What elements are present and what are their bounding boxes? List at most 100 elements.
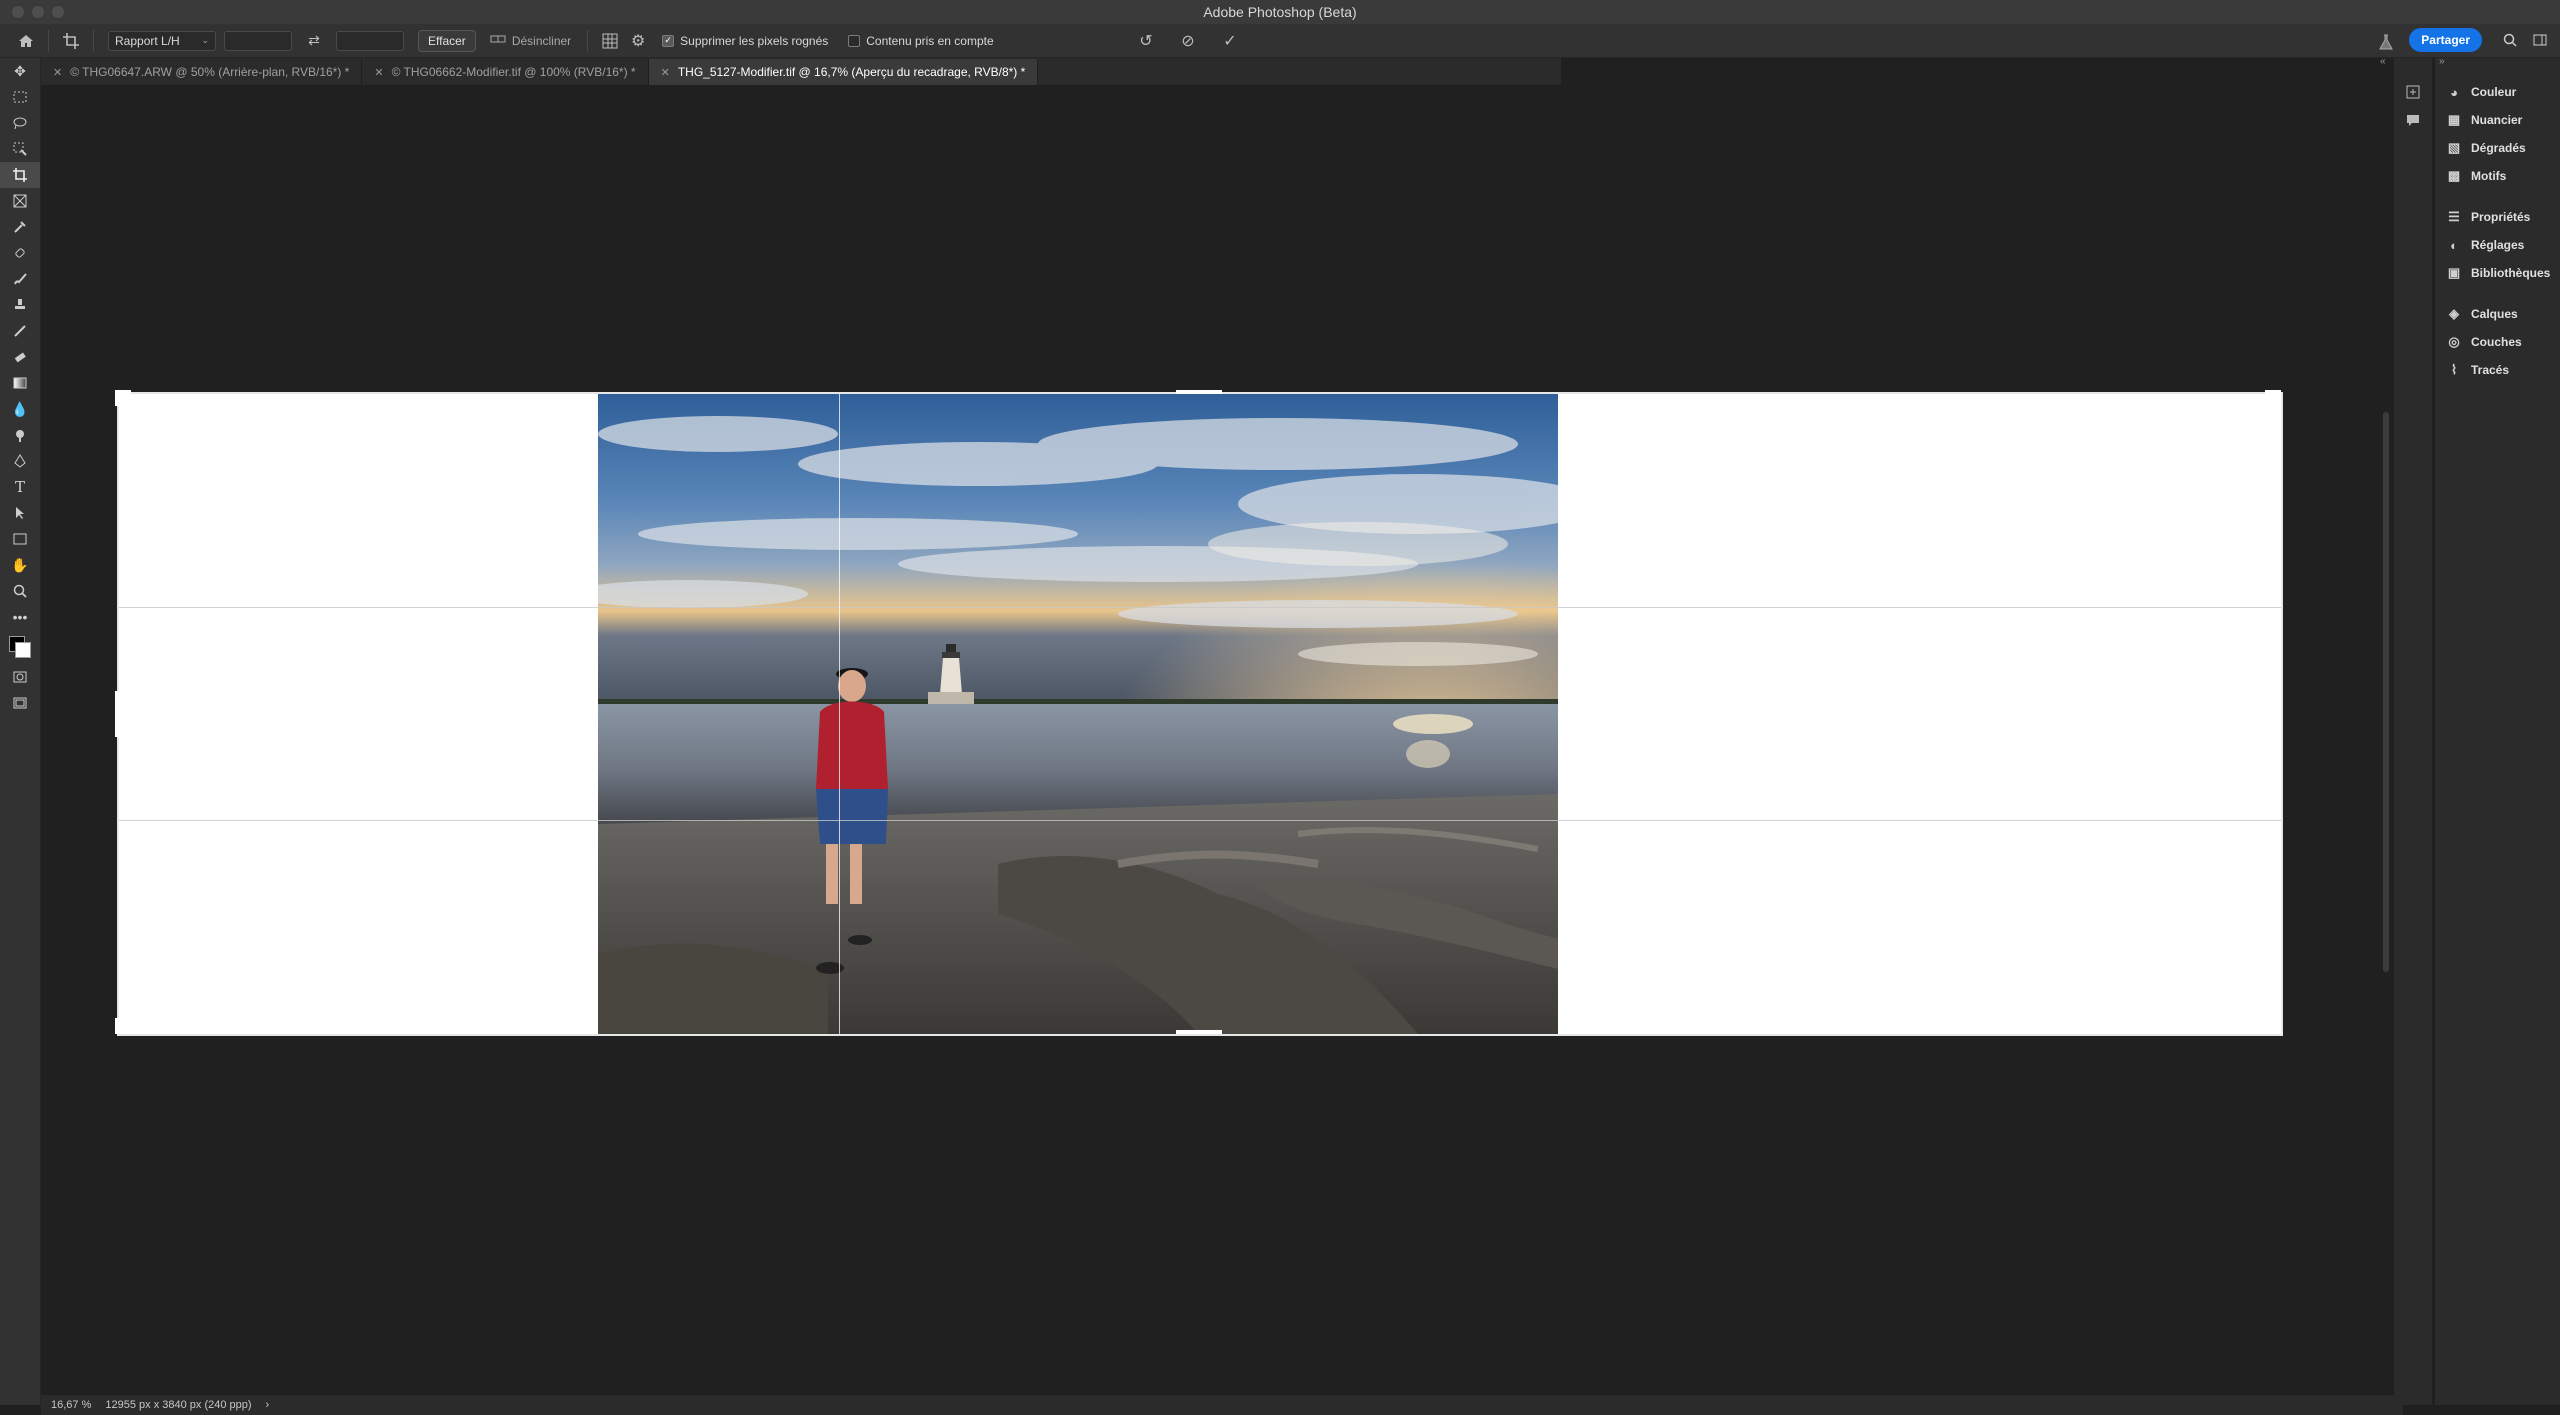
dodge-tool-icon[interactable] (0, 422, 40, 448)
panel-proprietes[interactable]: ☰ Propriétés (2435, 203, 2560, 231)
object-selection-tool-icon[interactable] (0, 136, 40, 162)
delete-cropped-pixels-checkbox[interactable]: ✓ Supprimer les pixels rognés (662, 34, 828, 48)
color-swatches[interactable] (0, 630, 40, 664)
beta-flask-icon[interactable] (2372, 28, 2400, 56)
panel-label: Motifs (2471, 169, 2507, 183)
move-tool-icon[interactable]: ✥ (0, 58, 40, 84)
crop-handle-top[interactable] (1176, 390, 1222, 394)
frame-tool-icon[interactable] (0, 188, 40, 214)
comments-icon[interactable] (2405, 112, 2421, 131)
panel-motifs[interactable]: ▩ Motifs (2435, 162, 2560, 190)
type-tool-icon[interactable]: T (0, 474, 40, 500)
panel-nuancier[interactable]: ▦ Nuancier (2435, 106, 2560, 134)
panel-label: Dégradés (2471, 141, 2526, 155)
lasso-tool-icon[interactable] (0, 110, 40, 136)
paths-icon: ⌇ (2450, 362, 2458, 377)
panel-traces[interactable]: ⌇ Tracés (2435, 356, 2560, 384)
close-window-button[interactable] (12, 6, 24, 18)
panel-degrades[interactable]: ▧ Dégradés (2435, 134, 2560, 162)
panel-label: Couches (2471, 335, 2522, 349)
panel-bibliotheques[interactable]: ▣ Bibliothèques (2435, 259, 2560, 287)
crop-area[interactable] (115, 390, 2283, 1036)
workspace-icon[interactable] (2530, 28, 2550, 52)
healing-brush-tool-icon[interactable] (0, 240, 40, 266)
background-color-swatch[interactable] (15, 642, 31, 658)
crop-handle-top-left-v[interactable] (115, 390, 119, 406)
content-aware-label: Contenu pris en compte (866, 33, 994, 48)
status-menu-arrow-icon[interactable]: › (266, 1399, 270, 1411)
panel-reglages[interactable]: ◐ Réglages (2435, 231, 2560, 259)
more-tools-icon[interactable]: ••• (0, 604, 40, 630)
history-brush-tool-icon[interactable] (0, 318, 40, 344)
tab-document-1[interactable]: ✕ © THG06647.ARW @ 50% (Arrière-plan, RV… (41, 59, 363, 85)
collapse-arrows-icon[interactable]: « (2380, 56, 2386, 67)
zoom-window-button[interactable] (52, 6, 64, 18)
screen-mode-icon[interactable] (0, 690, 40, 716)
straighten-button[interactable]: Désincliner (490, 33, 571, 48)
blur-tool-icon[interactable]: 💧 (0, 396, 40, 422)
checkbox-checked[interactable]: ✓ (662, 34, 675, 47)
gradient-tool-icon[interactable] (0, 370, 40, 396)
crop-handle-bottom[interactable] (1176, 1030, 1222, 1034)
cancel-icon[interactable]: ⊘ (1174, 27, 1202, 55)
zoom-tool-icon[interactable] (0, 578, 40, 604)
rectangle-tool-icon[interactable] (0, 526, 40, 552)
crop-handle-left[interactable] (115, 691, 119, 737)
tab-document-2[interactable]: ✕ © THG06662-Modifier.tif @ 100% (RVB/16… (362, 59, 649, 85)
tab-document-3[interactable]: ✕ THG_5127-Modifier.tif @ 16,7% (Aperçu … (648, 59, 1039, 85)
collapsed-panel-dock: « (2380, 56, 2432, 1405)
expand-arrows-icon[interactable]: » (2439, 56, 2445, 67)
hand-tool-icon[interactable]: ✋ (0, 552, 40, 578)
ratio-select-value: Rapport L/H (115, 33, 180, 48)
eraser-tool-icon[interactable] (0, 344, 40, 370)
brush-tool-icon[interactable] (0, 266, 40, 292)
straighten-label: Désincliner (511, 33, 572, 48)
crop-handle-bottom-right-v[interactable] (2277, 1018, 2281, 1034)
marquee-tool-icon[interactable] (0, 84, 40, 110)
crop-tool-icon[interactable] (0, 162, 40, 188)
pen-tool-icon[interactable] (0, 448, 40, 474)
overlay-grid-icon[interactable] (596, 27, 624, 55)
commit-checkmark-icon[interactable]: ✓ (1216, 27, 1244, 55)
chevron-down-icon: ⌄ (201, 35, 209, 45)
color-wheel-icon: ◕ (2450, 84, 2458, 100)
vertical-scrollbar[interactable] (2383, 412, 2389, 972)
top-right-icons (2500, 28, 2550, 52)
crop-preset-icon[interactable] (57, 27, 85, 55)
panel-label: Bibliothèques (2471, 266, 2551, 280)
checkbox-unchecked[interactable] (848, 34, 861, 47)
path-selection-tool-icon[interactable] (0, 500, 40, 526)
reset-icon[interactable]: ↺ (1132, 27, 1160, 55)
stamp-tool-icon[interactable] (0, 292, 40, 318)
share-button[interactable]: Partager (2409, 28, 2482, 52)
panel-calques[interactable]: ◈ Calques (2435, 300, 2560, 328)
libraries-icon: ▣ (2447, 265, 2461, 280)
minimize-window-button[interactable] (32, 6, 44, 18)
document-tabs: ✕ © THG06647.ARW @ 50% (Arrière-plan, RV… (41, 58, 1561, 85)
search-icon[interactable] (2500, 28, 2520, 52)
close-icon[interactable]: ✕ (53, 66, 62, 79)
patterns-icon: ▩ (2447, 168, 2461, 183)
content-aware-checkbox[interactable]: Contenu pris en compte (848, 33, 994, 48)
eyedropper-tool-icon[interactable] (0, 214, 40, 240)
crop-handle-top-right-v[interactable] (2277, 390, 2281, 406)
close-icon[interactable]: ✕ (661, 66, 670, 79)
history-icon[interactable] (2405, 84, 2421, 103)
close-icon[interactable]: ✕ (374, 66, 383, 79)
width-ratio-field[interactable] (224, 30, 292, 51)
crop-border (117, 392, 2283, 1036)
panel-label: Propriétés (2471, 210, 2531, 224)
crop-handle-bottom-left-v[interactable] (115, 1018, 119, 1034)
height-ratio-field[interactable] (336, 30, 404, 51)
panel-couleur[interactable]: ◕ Couleur (2435, 78, 2560, 106)
clear-button[interactable]: Effacer (418, 29, 476, 52)
panel-couches[interactable]: ◎ Couches (2435, 328, 2560, 356)
crop-handle-right[interactable] (2277, 691, 2281, 737)
swap-arrows-icon[interactable]: ⇄ (300, 27, 328, 55)
home-icon[interactable] (12, 27, 40, 55)
quick-mask-icon[interactable] (0, 664, 40, 690)
zoom-level[interactable]: 16,67 % (51, 1399, 91, 1411)
gear-icon[interactable]: ⚙ (624, 27, 652, 55)
ratio-select[interactable]: Rapport L/H ⌄ (108, 30, 216, 51)
window-controls[interactable] (12, 6, 64, 18)
